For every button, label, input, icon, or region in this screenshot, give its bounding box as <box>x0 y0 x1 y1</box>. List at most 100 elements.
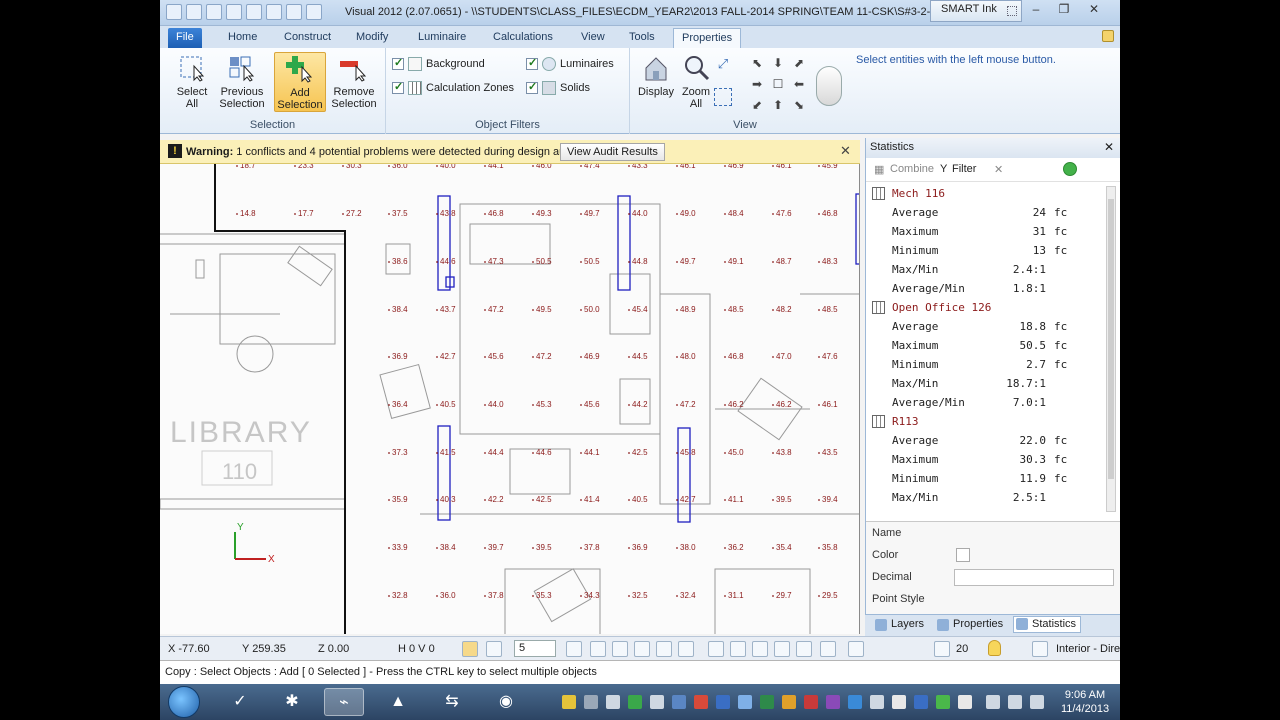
save-icon[interactable] <box>186 4 202 20</box>
calc-point-marker[interactable] <box>388 261 390 263</box>
calc-point-marker[interactable] <box>484 309 486 311</box>
render-settings-icon[interactable] <box>934 641 950 657</box>
select-all-button[interactable]: Select All <box>166 52 218 112</box>
action-center-icon[interactable] <box>1030 695 1044 709</box>
calc-point-marker[interactable] <box>580 404 582 406</box>
calc-point-marker[interactable] <box>772 452 774 454</box>
calc-point-marker[interactable] <box>818 261 820 263</box>
combine-button[interactable]: Combine <box>890 163 934 175</box>
print-icon[interactable] <box>226 4 242 20</box>
calc-point-marker[interactable] <box>580 356 582 358</box>
calc-point-marker[interactable] <box>676 213 678 215</box>
tray-icon[interactable] <box>958 695 972 709</box>
calc-point-marker[interactable] <box>772 165 774 167</box>
calc-point-marker[interactable] <box>628 261 630 263</box>
tab-calculations[interactable]: Calculations <box>485 28 561 48</box>
calc-point-marker[interactable] <box>628 547 630 549</box>
taskbar-app-autodesk-icon[interactable]: ▲ <box>378 688 418 716</box>
calc-point-marker[interactable] <box>724 261 726 263</box>
zoom-in-icon[interactable] <box>752 641 768 657</box>
calc-point-marker[interactable] <box>580 595 582 597</box>
tab-tools[interactable]: Tools <box>621 28 663 48</box>
statistics-scrollbar[interactable] <box>1106 186 1116 512</box>
filter-luminaires-checkbox[interactable]: Luminaires <box>526 56 614 72</box>
calc-point-marker[interactable] <box>676 547 678 549</box>
snap-spacing-field[interactable]: 5 <box>514 640 556 657</box>
circle-tool-icon[interactable] <box>612 641 628 657</box>
close-panel-icon[interactable]: ✕ <box>1104 140 1114 154</box>
calc-point-marker[interactable] <box>772 499 774 501</box>
panel-tab-statistics[interactable]: Statistics <box>1013 616 1082 633</box>
calc-point-marker[interactable] <box>580 213 582 215</box>
calc-point-marker[interactable] <box>484 356 486 358</box>
calc-point-marker[interactable] <box>580 499 582 501</box>
calc-point-marker[interactable] <box>388 404 390 406</box>
calc-point-marker[interactable] <box>818 452 820 454</box>
tray-icon[interactable] <box>716 695 730 709</box>
calc-point-marker[interactable] <box>676 309 678 311</box>
calc-point-marker[interactable] <box>436 309 438 311</box>
tray-icon[interactable] <box>628 695 642 709</box>
start-button[interactable] <box>168 686 200 718</box>
calc-point-marker[interactable] <box>818 499 820 501</box>
luminaire-fixture[interactable] <box>617 195 631 291</box>
calc-point-marker[interactable] <box>388 595 390 597</box>
calc-point-marker[interactable] <box>484 165 486 167</box>
calc-point-marker[interactable] <box>580 547 582 549</box>
calc-point-marker[interactable] <box>532 261 534 263</box>
calc-point-marker[interactable] <box>628 499 630 501</box>
calc-point-marker[interactable] <box>628 356 630 358</box>
taskbar-app-browser-icon[interactable]: ◉ <box>486 688 526 716</box>
current-layer[interactable]: Interior - Direc <box>1056 643 1120 655</box>
undo-icon[interactable] <box>246 4 262 20</box>
tray-icon[interactable] <box>584 695 598 709</box>
calc-point-marker[interactable] <box>388 165 390 167</box>
calc-point-marker[interactable] <box>532 499 534 501</box>
tray-icon[interactable] <box>782 695 796 709</box>
zoom-extents-status-icon[interactable] <box>708 641 724 657</box>
add-selection-button[interactable]: Add Selection <box>274 52 326 112</box>
intersection-snap-icon[interactable] <box>634 641 650 657</box>
calc-point-marker[interactable] <box>436 595 438 597</box>
calc-point-marker[interactable] <box>532 547 534 549</box>
calc-point-marker[interactable] <box>676 356 678 358</box>
calc-point-marker[interactable] <box>484 499 486 501</box>
calc-point-marker[interactable] <box>676 404 678 406</box>
tray-icon[interactable] <box>606 695 620 709</box>
perpendicular-snap-icon[interactable] <box>656 641 672 657</box>
arrow-down-left-icon[interactable]: ⬋ <box>748 96 766 114</box>
calc-point-marker[interactable] <box>388 547 390 549</box>
stats-zone-title[interactable]: Open Office 126 <box>866 298 1106 317</box>
layout-icon[interactable] <box>848 641 864 657</box>
calc-point-marker[interactable] <box>724 595 726 597</box>
tray-icon[interactable] <box>870 695 884 709</box>
calc-point-marker[interactable] <box>772 213 774 215</box>
calc-point-marker[interactable] <box>628 595 630 597</box>
calc-point-marker[interactable] <box>532 356 534 358</box>
filter-background-checkbox[interactable]: Background <box>392 56 485 72</box>
calc-point-marker[interactable] <box>532 213 534 215</box>
calc-point-marker[interactable] <box>724 404 726 406</box>
calc-point-marker[interactable] <box>580 261 582 263</box>
calc-point-marker[interactable] <box>436 213 438 215</box>
stats-zone-title[interactable]: Mech 116 <box>866 184 1106 203</box>
calc-point-marker[interactable] <box>388 309 390 311</box>
tab-home[interactable]: Home <box>220 28 265 48</box>
tab-view[interactable]: View <box>573 28 613 48</box>
arrow-up-left-icon[interactable]: ⬉ <box>748 54 766 72</box>
calc-point-marker[interactable] <box>436 356 438 358</box>
volume-icon[interactable] <box>1008 695 1022 709</box>
calc-point-marker[interactable] <box>628 404 630 406</box>
calc-point-marker[interactable] <box>772 261 774 263</box>
filter-button[interactable]: Filter <box>952 163 976 175</box>
view-plan-square-icon[interactable]: ☐ <box>769 75 787 93</box>
calc-point-marker[interactable] <box>724 165 726 167</box>
calc-point-marker[interactable] <box>532 165 534 167</box>
tray-icon[interactable] <box>694 695 708 709</box>
arrow-down-right-icon[interactable]: ⬊ <box>790 96 808 114</box>
calc-point-marker[interactable] <box>484 452 486 454</box>
calc-point-marker[interactable] <box>236 165 238 167</box>
polyline-tool-icon[interactable] <box>590 641 606 657</box>
tray-icon[interactable] <box>892 695 906 709</box>
calc-point-marker[interactable] <box>628 452 630 454</box>
